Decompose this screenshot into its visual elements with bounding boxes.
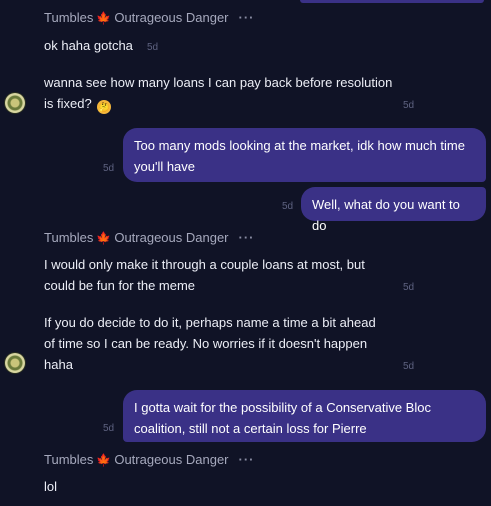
maple-leaf-icon: 🍁 [96,10,112,25]
message-line: I would only make it through a couple lo… [44,257,365,272]
message-line: of time so I can be ready. No worries if… [44,336,368,351]
outgoing-message-bubble[interactable]: Well, what do you want to do [301,187,486,233]
message-time: 5d [282,201,294,212]
message-header: Tumbles 🍁 Outrageous Danger ··· [44,10,255,25]
maple-leaf-icon: 🍁 [96,230,112,245]
message-text: lol [44,476,57,497]
message-time: 5d [403,100,415,111]
message-text: wanna see how many loans I can pay back … [44,72,392,114]
message-text: I would only make it through a couple lo… [44,254,365,296]
more-options-icon[interactable]: ··· [239,452,255,467]
thinking-face-emoji-icon: 🤔 [97,100,112,114]
message-time: 5d [147,42,159,53]
outgoing-message-bubble[interactable]: Too many mods looking at the market, idk… [123,128,486,182]
sender-flair: Outrageous Danger [114,230,229,245]
message-text: ok haha gotcha [44,35,133,56]
message-time: 5d [403,361,415,372]
message-line: haha [44,357,73,372]
message-body: lol [44,479,58,494]
more-options-icon[interactable]: ··· [239,10,255,25]
message-line: wanna see how many loans I can pay back … [44,75,393,90]
previous-bubble-edge [300,0,484,3]
message-time: 5d [403,282,415,293]
message-line: coalition, still not a certain loss for … [134,421,367,436]
message-time: 5d [103,163,115,174]
message-line: could be fun for the meme [44,278,196,293]
message-line: Too many mods looking at the market, idk… [134,138,465,153]
sender-name[interactable]: Tumbles [44,230,93,245]
message-body: ok haha gotcha [44,38,133,53]
message-header: Tumbles 🍁 Outrageous Danger ··· [44,452,255,467]
avatar[interactable] [5,353,25,373]
message-text: If you do decide to do it, perhaps name … [44,312,376,375]
message-line: Well, what do you want to do [312,197,460,233]
message-header: Tumbles 🍁 Outrageous Danger ··· [44,230,255,245]
message-line: is fixed? 🤔 [44,96,112,114]
sender-name[interactable]: Tumbles [44,452,93,467]
message-time: 5d [103,423,115,434]
more-options-icon[interactable]: ··· [239,230,255,245]
sender-flair: Outrageous Danger [114,10,229,25]
sender-flair: Outrageous Danger [114,452,229,467]
outgoing-message-bubble[interactable]: I gotta wait for the possibility of a Co… [123,390,486,442]
message-line: I gotta wait for the possibility of a Co… [134,400,431,415]
sender-name[interactable]: Tumbles [44,10,93,25]
message-line: If you do decide to do it, perhaps name … [44,315,376,330]
message-line: you'll have [134,159,196,174]
maple-leaf-icon: 🍁 [96,452,112,467]
avatar[interactable] [5,93,25,113]
